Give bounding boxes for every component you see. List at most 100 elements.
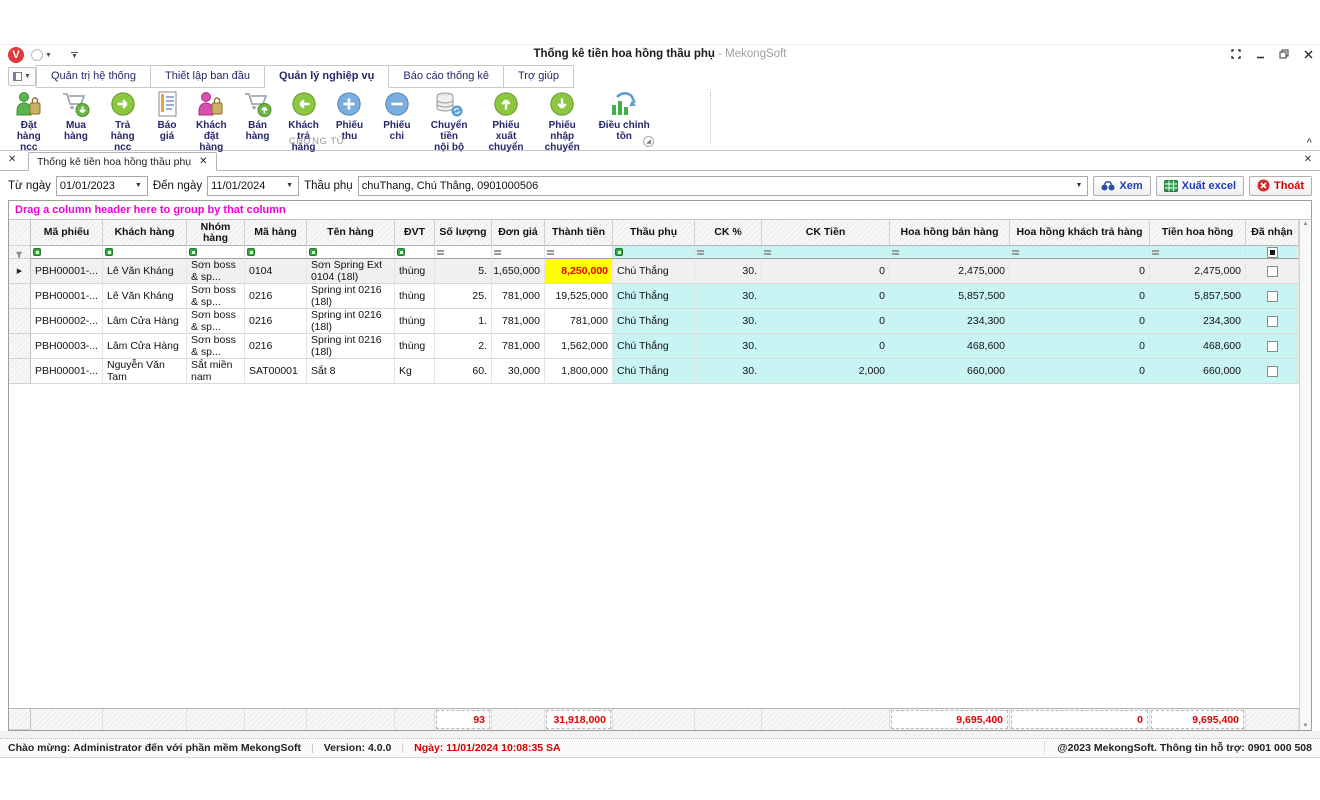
filter-cell-tien-hh[interactable] (1150, 246, 1246, 259)
table-row[interactable]: PBH00001-...Nguyễn Văn TamSắt miền namSA… (9, 359, 1299, 384)
column-header-so-luong[interactable]: Số lượng (435, 220, 492, 246)
fit-window-icon[interactable] (1230, 48, 1242, 60)
cell-da-nhan[interactable] (1246, 284, 1299, 309)
vertical-scrollbar[interactable]: ▲ ▼ (1299, 220, 1311, 730)
cell-ck-pct[interactable]: 30. (695, 259, 762, 284)
cell-thanh-tien[interactable]: 781,000 (545, 309, 613, 334)
cell-ck-tien[interactable]: 0 (762, 334, 890, 359)
cell-dvt[interactable]: thùng (395, 334, 435, 359)
cell-da-nhan[interactable] (1246, 359, 1299, 384)
column-header-nhom-hang[interactable]: Nhóm hàng (187, 220, 245, 246)
received-checkbox[interactable] (1267, 291, 1278, 302)
cell-tien-hh[interactable]: 234,300 (1150, 309, 1246, 334)
app-menu-button[interactable]: ▼ (8, 67, 36, 86)
cell-hh-ban[interactable]: 5,857,500 (890, 284, 1010, 309)
scroll-up-icon[interactable]: ▲ (1303, 221, 1309, 227)
close-tab-left-icon[interactable]: ✕ (8, 154, 16, 165)
toolbar-item-phieu-chi[interactable]: Phiếu chi (373, 88, 420, 143)
cell-thau-phu[interactable]: Chú Thắng (613, 359, 695, 384)
column-header-don-gia[interactable]: Đơn giá (492, 220, 545, 246)
document-tab-active[interactable]: Thống kê tiền hoa hồng thầu phụ ✕ (28, 152, 217, 171)
cell-ten-hang[interactable]: Spring int 0216 (18l) (307, 284, 395, 309)
cell-ma-phieu[interactable]: PBH00001-... (31, 284, 103, 309)
filter-cell-da-nhan[interactable] (1246, 246, 1299, 259)
close-icon[interactable] (1302, 48, 1314, 60)
cell-don-gia[interactable]: 30,000 (492, 359, 545, 384)
cell-nhom-hang[interactable]: Sơn boss & sp... (187, 334, 245, 359)
cell-da-nhan[interactable] (1246, 309, 1299, 334)
table-row[interactable]: PBH00001-...Lê Văn KhángSơn boss & sp...… (9, 284, 1299, 309)
cell-dvt[interactable]: thùng (395, 284, 435, 309)
group-dialog-launcher-icon[interactable]: ◢ (643, 136, 654, 147)
cell-ck-pct[interactable]: 30. (695, 309, 762, 334)
cell-nhom-hang[interactable]: Sắt miền nam (187, 359, 245, 384)
cell-hh-ban[interactable]: 2,475,000 (890, 259, 1010, 284)
tab-thiet-lap-ban-dau[interactable]: Thiết lập ban đầu (151, 65, 265, 88)
cell-khach-hang[interactable]: Nguyễn Văn Tam (103, 359, 187, 384)
toolbar-item-ban-hang[interactable]: Bán hàng (234, 88, 282, 143)
cell-da-nhan[interactable] (1246, 334, 1299, 359)
column-header-tien-hh[interactable]: Tiền hoa hồng (1150, 220, 1246, 246)
cell-ma-hang[interactable]: 0216 (245, 334, 307, 359)
column-header-thanh-tien[interactable]: Thành tiền (545, 220, 613, 246)
cell-khach-hang[interactable]: Lâm Cửa Hàng (103, 334, 187, 359)
cell-thanh-tien[interactable]: 19,525,000 (545, 284, 613, 309)
column-header-hh-tra[interactable]: Hoa hồng khách trả hàng (1010, 220, 1150, 246)
filter-cell-ck-tien[interactable] (762, 246, 890, 259)
cell-thanh-tien[interactable]: 1,562,000 (545, 334, 613, 359)
cell-ma-phieu[interactable]: PBH00001-... (31, 259, 103, 284)
cell-ma-phieu[interactable]: PBH00003-... (31, 334, 103, 359)
cell-so-luong[interactable]: 60. (435, 359, 492, 384)
column-header-hh-ban[interactable]: Hoa hồng bán hàng (890, 220, 1010, 246)
cell-hh-tra[interactable]: 0 (1010, 284, 1150, 309)
received-checkbox[interactable] (1267, 341, 1278, 352)
cell-ten-hang[interactable]: Spring int 0216 (18l) (307, 334, 395, 359)
cell-ten-hang[interactable]: Spring int 0216 (18l) (307, 309, 395, 334)
filter-cell-ck-pct[interactable] (695, 246, 762, 259)
column-header-ma-hang[interactable]: Mã hàng (245, 220, 307, 246)
column-header-ten-hang[interactable]: Tên hàng (307, 220, 395, 246)
cell-khach-hang[interactable]: Lê Văn Kháng (103, 284, 187, 309)
filter-cell-hh-ban[interactable] (890, 246, 1010, 259)
toolbar-item-bao-gia[interactable]: Báo giá (145, 88, 189, 143)
cell-tien-hh[interactable]: 468,600 (1150, 334, 1246, 359)
cell-ma-hang[interactable]: 0216 (245, 284, 307, 309)
column-header-ck-tien[interactable]: CK Tiền (762, 220, 890, 246)
filter-cell-thau-phu[interactable] (613, 246, 695, 259)
column-header-ck-pct[interactable]: CK % (695, 220, 762, 246)
cell-ck-pct[interactable]: 30. (695, 284, 762, 309)
cell-so-luong[interactable]: 5. (435, 259, 492, 284)
cell-ten-hang[interactable]: Sơn Spring Ext 0104 (18l) (307, 259, 395, 284)
cell-hh-ban[interactable]: 468,600 (890, 334, 1010, 359)
cell-khach-hang[interactable]: Lê Văn Kháng (103, 259, 187, 284)
cell-ck-tien[interactable]: 0 (762, 259, 890, 284)
cell-so-luong[interactable]: 25. (435, 284, 492, 309)
cell-hh-ban[interactable]: 660,000 (890, 359, 1010, 384)
cell-hh-tra[interactable]: 0 (1010, 359, 1150, 384)
received-checkbox[interactable] (1267, 366, 1278, 377)
cell-ma-hang[interactable]: 0216 (245, 309, 307, 334)
cell-hh-tra[interactable]: 0 (1010, 309, 1150, 334)
tab-tro-giup[interactable]: Trợ giúp (504, 65, 574, 88)
minimize-icon[interactable] (1254, 48, 1266, 60)
received-checkbox[interactable] (1267, 316, 1278, 327)
checkbox-indeterminate-icon[interactable] (1267, 247, 1278, 258)
filter-funnel-icon[interactable] (9, 246, 31, 259)
cell-tien-hh[interactable]: 2,475,000 (1150, 259, 1246, 284)
cell-ck-tien[interactable]: 0 (762, 284, 890, 309)
exit-button[interactable]: Thoát (1249, 176, 1312, 196)
from-date-combo[interactable]: 01/01/2023 ▼ (56, 176, 148, 196)
close-tab-right-icon[interactable]: ✕ (1304, 154, 1312, 165)
cell-hh-tra[interactable]: 0 (1010, 334, 1150, 359)
cell-thau-phu[interactable]: Chú Thắng (613, 259, 695, 284)
cell-ck-tien[interactable]: 2,000 (762, 359, 890, 384)
column-header-da-nhan[interactable]: Đã nhận (1246, 220, 1299, 246)
cell-nhom-hang[interactable]: Sơn boss & sp... (187, 284, 245, 309)
cell-dvt[interactable]: Kg (395, 359, 435, 384)
cell-ck-pct[interactable]: 30. (695, 334, 762, 359)
cell-ma-phieu[interactable]: PBH00001-... (31, 359, 103, 384)
tab-bao-cao-thong-ke[interactable]: Báo cáo thống kê (389, 65, 504, 88)
cell-ma-hang[interactable]: SAT00001 (245, 359, 307, 384)
filter-cell-ma-hang[interactable] (245, 246, 307, 259)
cell-so-luong[interactable]: 2. (435, 334, 492, 359)
